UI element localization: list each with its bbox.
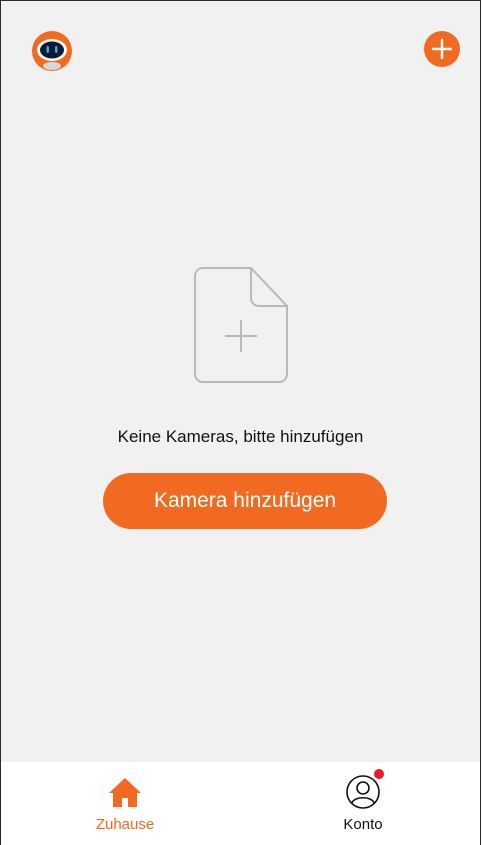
tab-account[interactable]: Konto: [303, 762, 423, 845]
top-bar: [1, 1, 480, 91]
robot-avatar-icon[interactable]: [30, 29, 74, 73]
empty-state-message: Keine Kameras, bitte hinzufügen: [117, 427, 364, 446]
home-icon: [109, 778, 141, 807]
tab-home-label: Zuhause: [95, 816, 155, 833]
user-icon: [346, 775, 380, 809]
tab-home[interactable]: Zuhause: [65, 762, 185, 845]
add-document-icon: [193, 267, 288, 383]
bottom-tab-bar: Zuhause Konto: [1, 762, 480, 845]
add-camera-button[interactable]: Kamera hinzufügen: [103, 473, 387, 529]
tab-account-label: Konto: [343, 816, 383, 833]
add-camera-plus-button[interactable]: [424, 31, 460, 67]
app-screen: Keine Kameras, bitte hinzufügen Kamera h…: [0, 0, 481, 845]
plus-icon: [431, 38, 453, 60]
empty-state: [1, 266, 480, 384]
notification-dot: [374, 769, 384, 779]
